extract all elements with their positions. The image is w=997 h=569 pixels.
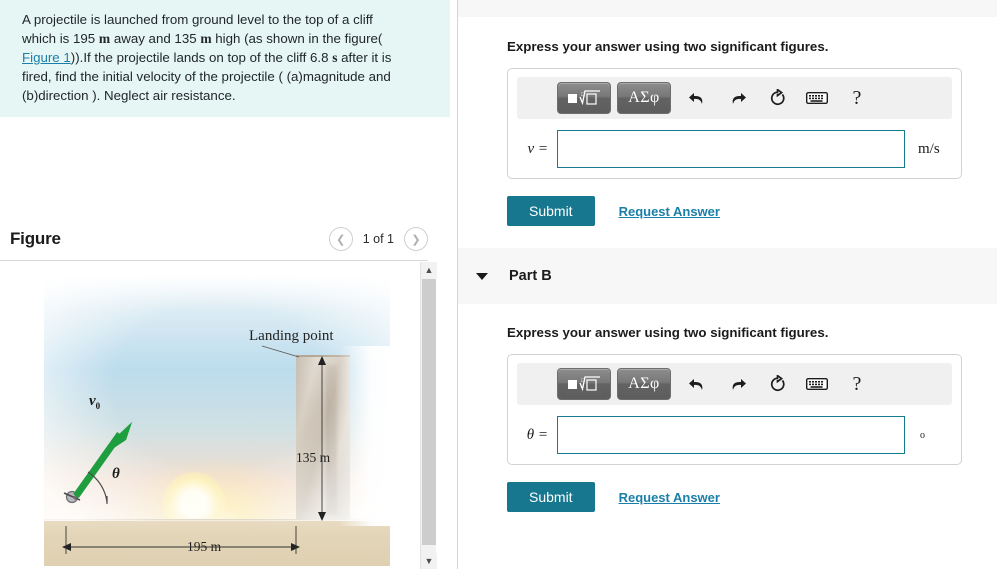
part-b-variable-label: θ = (526, 426, 548, 443)
scrollbar-thumb[interactable] (422, 279, 436, 545)
part-b-math-toolbar: □ ΑΣφ ? (517, 363, 952, 405)
question-line-3a: )).If the projectile lands on top of the… (70, 50, 333, 65)
help-button[interactable]: ? (837, 82, 877, 114)
figure-1-link[interactable]: Figure 1 (22, 50, 71, 65)
chevron-left-icon[interactable]: ❮ (328, 227, 353, 251)
reset-circular-arrow-icon[interactable] (757, 82, 797, 114)
question-line-5: (b)direction ). Neglect air resistance. (22, 88, 236, 103)
figure-pager-label: 1 of 1 (362, 232, 394, 246)
greek-symbols-button[interactable]: ΑΣφ (617, 82, 671, 114)
part-b-actions: Submit Request Answer (507, 482, 997, 512)
part-a-unit-label: m/s (918, 140, 940, 157)
diagram-annotations (62, 345, 326, 554)
question-line-1: A projectile is launched from ground lev… (22, 12, 373, 27)
undo-arrow-icon[interactable] (677, 368, 717, 400)
unit-meters-2: m (200, 31, 212, 46)
part-a-variable-label: v = (527, 140, 548, 157)
figure-header: Figure ❮ 1 of 1 ❯ (0, 218, 450, 260)
figure-scrollbar[interactable]: ▲ ▼ (420, 262, 437, 569)
math-template-button[interactable]: □ (557, 368, 611, 400)
part-b-input-row: θ = o (517, 416, 952, 454)
part-a-actions: Submit Request Answer (507, 196, 997, 226)
problem-page: A projectile is launched from ground lev… (0, 0, 997, 569)
part-a-math-toolbar: □ ΑΣφ ? (517, 77, 952, 119)
question-line-2a: which is 195 (22, 31, 99, 46)
part-a-instructions: Express your answer using two significan… (507, 39, 829, 54)
part-b-header[interactable]: Part B (458, 248, 997, 304)
part-b-submit-button[interactable]: Submit (507, 482, 595, 512)
part-a-body: Express your answer using two significan… (458, 18, 997, 226)
projectile-cliff-diagram: v0 θ Landing point 135 m 195 m (44, 276, 391, 566)
part-a-answer-input[interactable] (557, 130, 905, 168)
part-b-answer-input[interactable] (557, 416, 905, 454)
part-a-answer-box: □ ΑΣφ ? v = m/s (507, 68, 962, 179)
radical-template-icon: □ (568, 376, 600, 392)
caret-down-icon[interactable] (476, 272, 488, 280)
keyboard-icon[interactable] (797, 82, 837, 114)
part-a-submit-button[interactable]: Submit (507, 196, 595, 226)
part-b-request-answer-link[interactable]: Request Answer (619, 490, 720, 505)
figure-panel-title: Figure (10, 229, 61, 248)
part-a-request-answer-link[interactable]: Request Answer (619, 204, 720, 219)
greek-symbols-button[interactable]: ΑΣφ (617, 368, 671, 400)
question-line-2b: away and 135 (110, 31, 201, 46)
redo-arrow-icon[interactable] (717, 368, 757, 400)
question-line-2c: high (as shown in the figure( (211, 31, 383, 46)
unit-meters-1: m (98, 31, 111, 46)
math-template-button[interactable]: □ (557, 82, 611, 114)
part-b-unit-label: o (920, 429, 925, 441)
part-b-body: Express your answer using two significan… (458, 304, 997, 512)
figure-image-container: v0 θ Landing point 135 m 195 m (0, 262, 428, 569)
figure-pager: ❮ 1 of 1 ❯ (328, 227, 428, 251)
figure-divider (0, 260, 428, 261)
chevron-down-icon[interactable]: ▼ (421, 553, 437, 569)
left-panel: A projectile is launched from ground lev… (0, 0, 458, 569)
redo-arrow-icon[interactable] (717, 82, 757, 114)
part-b-instructions: Express your answer using two significan… (507, 325, 829, 340)
radical-template-icon: □ (568, 90, 600, 106)
chevron-right-icon[interactable]: ❯ (404, 227, 428, 251)
part-a-input-row: v = m/s (517, 130, 952, 168)
part-b-title: Part B (509, 268, 552, 284)
undo-arrow-icon[interactable] (677, 82, 717, 114)
part-b-answer-box: □ ΑΣφ ? θ = o (507, 354, 962, 465)
part-a-header-strip (458, 0, 997, 18)
question-line-3b: after it is (337, 50, 392, 65)
chevron-up-icon[interactable]: ▲ (421, 262, 437, 278)
reset-circular-arrow-icon[interactable] (757, 368, 797, 400)
question-statement: A projectile is launched from ground lev… (0, 0, 450, 117)
right-panel: Express your answer using two significan… (458, 0, 997, 569)
help-button[interactable]: ? (837, 368, 877, 400)
question-line-4: fired, find the initial velocity of the … (22, 69, 391, 84)
keyboard-icon[interactable] (797, 368, 837, 400)
